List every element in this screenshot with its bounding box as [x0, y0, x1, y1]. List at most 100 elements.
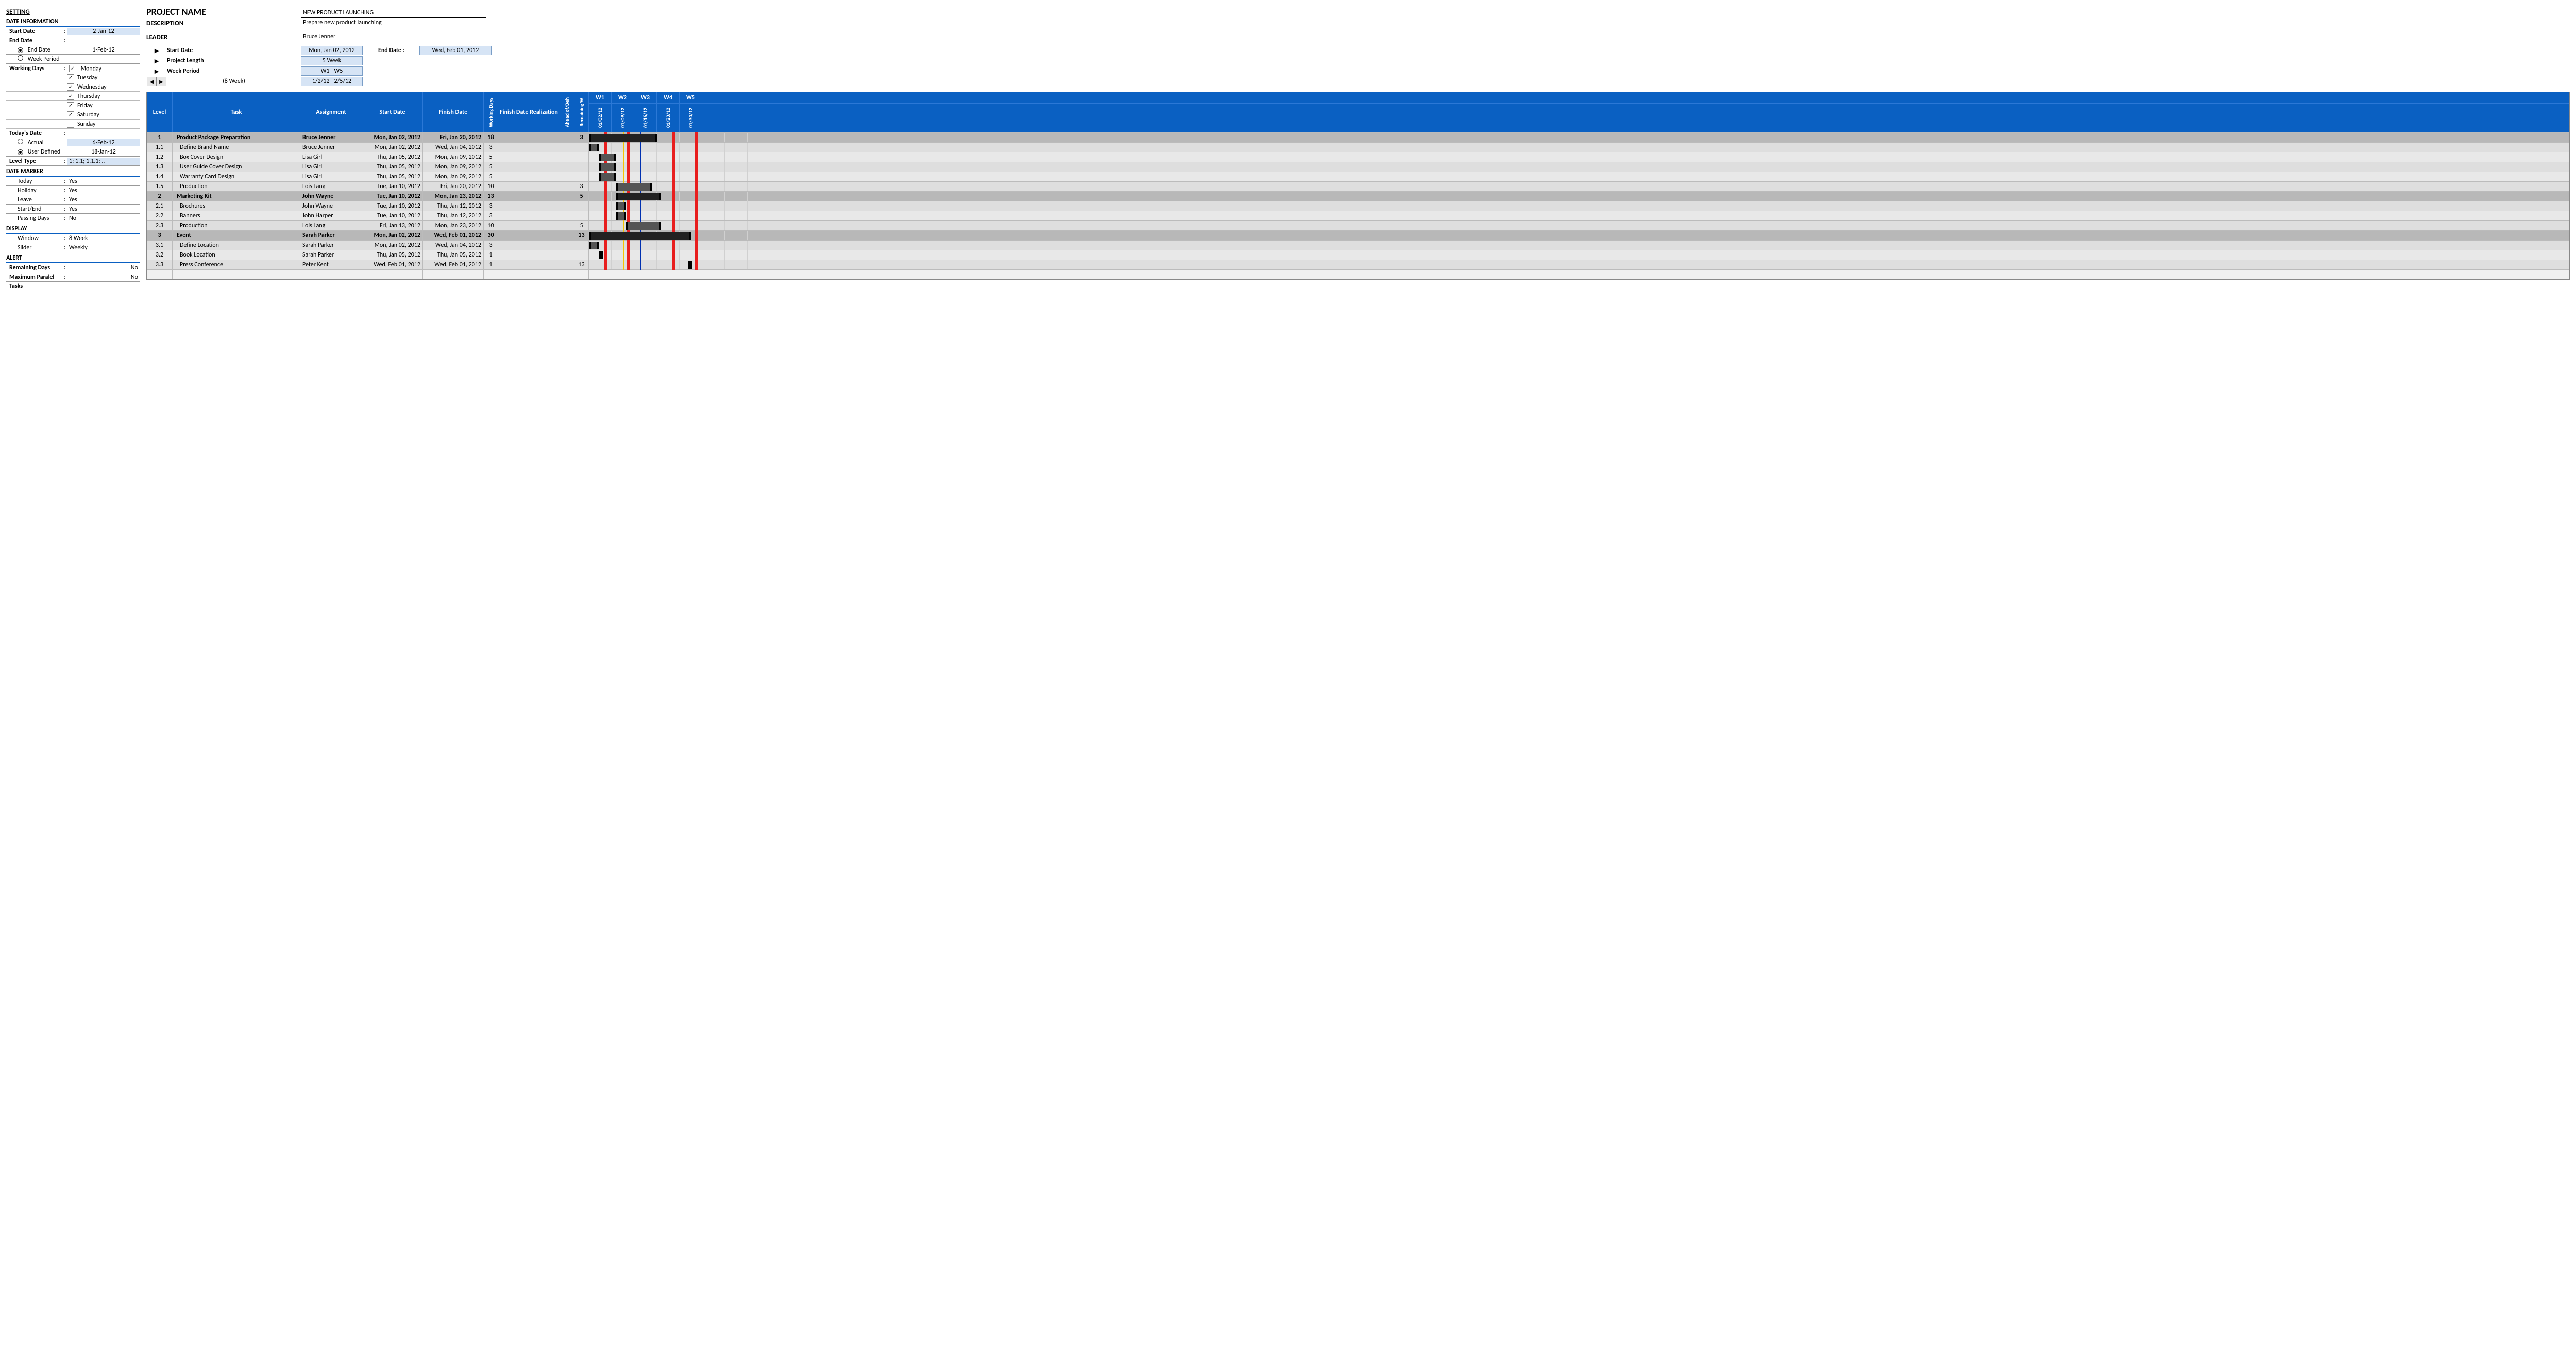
cell-fdr[interactable]	[498, 182, 560, 191]
project-name[interactable]: NEW PRODUCT LAUNCHING	[301, 9, 486, 18]
cell-gantt	[589, 133, 2569, 142]
table-row[interactable]: 1.1 Define Brand Name Bruce Jenner Mon, …	[147, 142, 2569, 152]
user-defined-value[interactable]: 18-Jan-12	[67, 148, 140, 156]
gantt-bar[interactable]	[589, 134, 657, 142]
red-marker	[604, 250, 607, 260]
cell-fdr[interactable]	[498, 133, 560, 142]
table-row[interactable]: 3.3 Press Conference Peter Kent Wed, Feb…	[147, 260, 2569, 269]
cell-level: 3.2	[147, 250, 173, 260]
today-marker	[640, 240, 641, 250]
gantt-bar[interactable]	[616, 193, 661, 200]
cell-fdr[interactable]	[498, 162, 560, 172]
day-checkbox-sunday[interactable]	[67, 121, 74, 128]
red-marker	[604, 191, 607, 201]
table-row[interactable]: 2.1 Brochures John Wayne Tue, Jan 10, 20…	[147, 201, 2569, 211]
cell-start: Tue, Jan 10, 2012	[362, 211, 423, 220]
table-row[interactable]: 3.1 Define Location Sarah Parker Mon, Ja…	[147, 240, 2569, 250]
cell-fdr[interactable]	[498, 250, 560, 260]
table-row[interactable]: 1 Product Package Preparation Bruce Jenn…	[147, 132, 2569, 142]
user-defined-radio[interactable]	[18, 149, 23, 155]
cell-assign: Lisa Girl	[300, 162, 362, 172]
marker-passing[interactable]: No	[67, 215, 140, 222]
cell-fdr[interactable]	[498, 221, 560, 230]
day-checkbox-wednesday[interactable]: ✓	[67, 83, 74, 91]
today-marker	[640, 172, 641, 182]
table-row[interactable]: 1.5 Production Lois Lang Tue, Jan 10, 20…	[147, 181, 2569, 191]
table-row[interactable]: 2.3 Production Lois Lang Fri, Jan 13, 20…	[147, 220, 2569, 230]
day-checkbox-tuesday[interactable]: ✓	[67, 74, 74, 81]
cell-rw	[574, 172, 589, 181]
table-row[interactable]: 1.4 Warranty Card Design Lisa Girl Thu, …	[147, 172, 2569, 181]
alert-max[interactable]: No	[67, 274, 140, 281]
cell-wd: 1	[484, 250, 498, 260]
cell-fdr[interactable]	[498, 192, 560, 201]
slider-prev-icon[interactable]: ◀	[147, 77, 157, 86]
table-row[interactable]: 2.2 Banners John Harper Tue, Jan 10, 201…	[147, 211, 2569, 220]
display-window[interactable]: 8 Week	[67, 235, 140, 242]
marker-leave[interactable]: Yes	[67, 196, 140, 203]
slider-next-icon[interactable]: ▶	[157, 77, 166, 86]
red-marker	[627, 162, 630, 172]
actual-value[interactable]: 6-Feb-12	[67, 139, 140, 146]
table-row[interactable]: 3.2 Book Location Sarah Parker Thu, Jan …	[147, 250, 2569, 260]
table-row[interactable]: 1.3 User Guide Cover Design Lisa Girl Th…	[147, 162, 2569, 172]
table-row[interactable]: 1.2 Box Cover Design Lisa Girl Thu, Jan …	[147, 152, 2569, 162]
day-checkbox-thursday[interactable]: ✓	[67, 93, 74, 100]
start-date-value[interactable]: 2-Jan-12	[67, 28, 140, 35]
gantt-bar[interactable]	[616, 183, 652, 191]
cell-fdr[interactable]	[498, 172, 560, 181]
gantt-bar[interactable]	[589, 232, 691, 240]
today-marker	[640, 250, 641, 260]
cell-start: Wed, Feb 01, 2012	[362, 260, 423, 269]
table-row[interactable]: 3 Event Sarah Parker Mon, Jan 02, 2012 W…	[147, 230, 2569, 240]
cell-fdr[interactable]	[498, 260, 560, 269]
bar-start-cap	[599, 154, 601, 161]
expand-arrow-icon[interactable]: ▶	[146, 47, 167, 54]
level-type-value[interactable]: 1; 1.1; 1.1.1; ..	[67, 158, 140, 165]
red-marker	[604, 181, 607, 192]
cell-rw	[574, 211, 589, 220]
cell-level: 1.5	[147, 182, 173, 191]
marker-holiday[interactable]: Yes	[67, 187, 140, 194]
cell-gantt	[589, 231, 2569, 240]
red-marker	[672, 260, 675, 270]
cell-assign: Lois Lang	[300, 221, 362, 230]
red-marker	[604, 240, 607, 250]
end-date-value[interactable]: 1-Feb-12	[67, 46, 140, 54]
week-period-radio[interactable]	[18, 55, 23, 61]
gantt-bar[interactable]	[626, 222, 661, 230]
day-checkbox-monday[interactable]: ✓	[69, 65, 76, 72]
expand-arrow-icon[interactable]: ▶	[146, 68, 167, 75]
leader-label: LEADER	[146, 33, 301, 41]
day-checkbox-saturday[interactable]: ✓	[67, 111, 74, 118]
description-label: DESCRIPTION	[146, 20, 301, 27]
actual-radio[interactable]	[18, 139, 23, 144]
cell-fdr[interactable]	[498, 241, 560, 250]
marker-startend[interactable]: Yes	[67, 206, 140, 213]
bar-end-cap	[601, 251, 603, 259]
leader-value[interactable]: Bruce Jenner	[301, 32, 486, 41]
marker-today[interactable]: Yes	[67, 178, 140, 185]
cell-wd: 13	[484, 192, 498, 201]
day-checkbox-friday[interactable]: ✓	[67, 102, 74, 109]
description-value[interactable]: Prepare new product launching	[301, 19, 486, 27]
cell-fdr[interactable]	[498, 231, 560, 240]
expand-arrow-icon[interactable]: ▶	[146, 58, 167, 64]
cell-fdr[interactable]	[498, 143, 560, 152]
week-slider[interactable]: ◀ ▶	[147, 77, 166, 86]
red-marker	[627, 152, 630, 162]
red-marker	[604, 201, 607, 211]
cell-rw: 13	[574, 260, 589, 269]
cell-ab	[560, 201, 574, 211]
cell-wd: 5	[484, 162, 498, 172]
table-row[interactable]: 2 Marketing Kit John Wayne Tue, Jan 10, …	[147, 191, 2569, 201]
cell-fdr[interactable]	[498, 152, 560, 162]
cell-gantt	[589, 211, 2569, 220]
cell-fdr[interactable]	[498, 201, 560, 211]
display-slider[interactable]: Weekly	[67, 244, 140, 251]
cell-fdr[interactable]	[498, 211, 560, 220]
end-date-radio[interactable]	[18, 47, 23, 53]
cell-start: Thu, Jan 05, 2012	[362, 152, 423, 162]
alert-remaining[interactable]: No	[67, 264, 140, 271]
red-marker	[695, 230, 698, 241]
